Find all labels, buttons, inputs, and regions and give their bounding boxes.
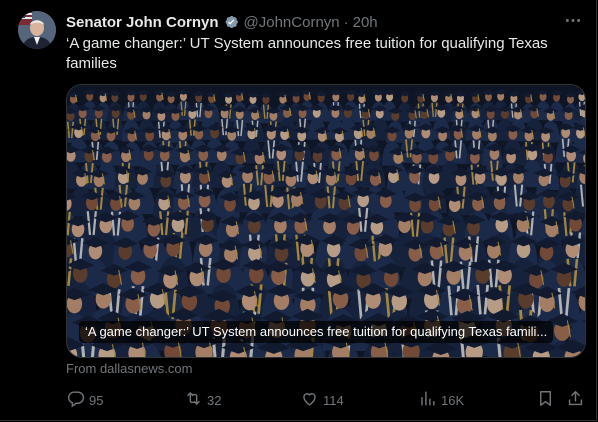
share-icon	[566, 389, 585, 411]
tweet-text: ‘A game changer:’ UT System announces fr…	[66, 35, 548, 72]
author-handle[interactable]: @JohnCornyn	[244, 14, 340, 31]
tweet-header: Senator John Cornyn @JohnCornyn · 20h	[66, 12, 586, 32]
separator-dot: ·	[343, 13, 349, 31]
like-icon	[300, 389, 319, 411]
graduation-crowd-photo	[67, 85, 585, 357]
repost-icon	[184, 389, 203, 411]
share-button[interactable]	[566, 388, 585, 412]
views-count: 16K	[441, 392, 465, 408]
like-count: 114	[323, 392, 344, 408]
link-card-image[interactable]: ‘A game changer:’ UT System announces fr…	[66, 84, 586, 358]
bookmark-icon	[536, 389, 555, 411]
bookmark-button[interactable]	[536, 388, 555, 412]
timestamp[interactable]: 20h	[353, 14, 378, 31]
views-button[interactable]: 16K	[418, 388, 464, 412]
reply-icon	[66, 389, 85, 411]
verified-badge-icon	[223, 14, 239, 30]
reply-count: 95	[89, 392, 104, 408]
more-icon[interactable]	[562, 10, 584, 30]
action-bar: 95 32 114 16K	[60, 388, 590, 412]
card-source[interactable]: From dallasnews.com	[66, 361, 192, 376]
avatar[interactable]	[18, 11, 56, 49]
views-icon	[418, 389, 437, 411]
reply-button[interactable]: 95	[66, 388, 103, 412]
card-title-overlay: ‘A game changer:’ UT System announces fr…	[79, 321, 554, 343]
repost-count: 32	[207, 392, 222, 408]
like-button[interactable]: 114	[300, 388, 344, 412]
author-name[interactable]: Senator John Cornyn	[66, 14, 219, 31]
repost-button[interactable]: 32	[184, 388, 221, 412]
avatar-photo	[18, 11, 56, 49]
